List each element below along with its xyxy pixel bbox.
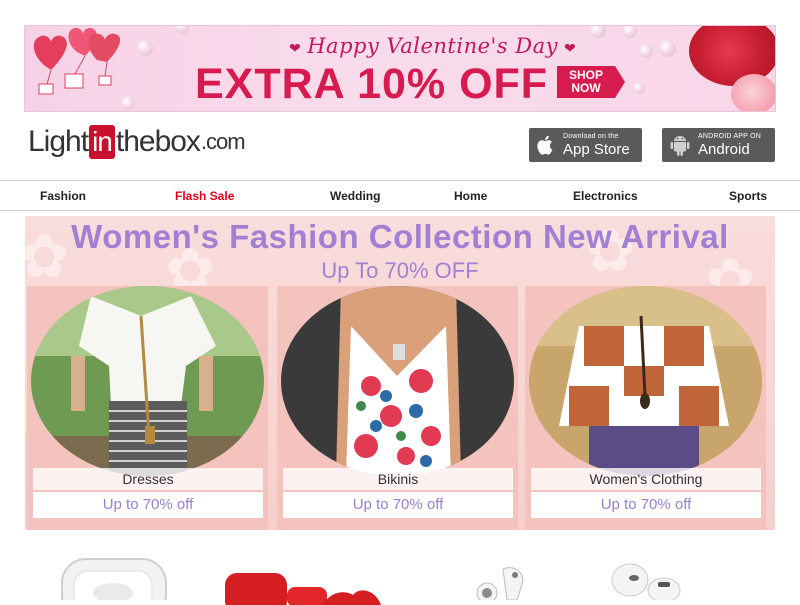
android-app-button[interactable]: ANDROID APP ON Android — [662, 128, 775, 162]
android-icon — [670, 136, 690, 156]
pearl-decoration — [633, 82, 645, 94]
wireless-earbuds-product-image[interactable] — [465, 563, 535, 600]
card-deal: Up to 70% off — [33, 492, 263, 518]
shop-now-line2: NOW — [571, 81, 601, 95]
app-store-button[interactable]: Download on the App Store — [529, 128, 642, 162]
shop-now-button[interactable]: SHOP NOW — [557, 66, 615, 98]
heart-icon: ❤ — [289, 41, 302, 57]
category-card-dresses[interactable]: Dresses Up to 70% off — [27, 286, 268, 530]
card-label: Dresses — [33, 468, 263, 490]
bikinis-photo — [281, 286, 514, 476]
app-store-big-text: App Store — [563, 141, 630, 158]
shop-arrow-icon — [615, 66, 625, 98]
nav-item-electronics[interactable]: Electronics — [573, 189, 638, 203]
pearl-decoration — [590, 26, 606, 38]
pearl-decoration — [659, 40, 676, 57]
category-nav: Fashion Flash Sale Wedding Home Electron… — [0, 180, 800, 211]
red-earbuds-case-product-image[interactable] — [225, 565, 385, 605]
airpods-case-product-image[interactable] — [60, 555, 170, 600]
dresses-photo — [31, 286, 264, 476]
category-card-bikinis[interactable]: Bikinis Up to 70% off — [277, 286, 518, 530]
pearl-decoration — [175, 26, 189, 34]
promo-title: Women's Fashion Collection New Arrival — [71, 218, 729, 255]
logo-text-light: Light — [28, 125, 89, 158]
heart-balloons-illustration — [33, 27, 121, 95]
logo-text-thebox: thebox — [115, 125, 201, 158]
pearl-decoration — [639, 44, 653, 58]
android-small-text: ANDROID APP ON — [698, 133, 761, 140]
logo-text-com: .com — [200, 129, 246, 154]
nav-item-flash-sale[interactable]: Flash Sale — [175, 189, 234, 203]
card-deal: Up to 70% off — [283, 492, 513, 518]
card-label: Women's Clothing — [531, 468, 761, 490]
nav-item-home[interactable]: Home — [454, 189, 487, 203]
fashion-promo-banner[interactable]: ✿ ✿ ✿ ✿ Women's Fashion Collection New A… — [25, 216, 775, 530]
nav-item-fashion[interactable]: Fashion — [40, 189, 86, 203]
banner-heading-text: Happy Valentine's Day — [307, 34, 558, 58]
android-big-text: Android — [698, 141, 750, 158]
apple-icon — [537, 135, 553, 155]
earbuds-pair-product-image[interactable] — [600, 560, 690, 600]
card-deal: Up to 70% off — [531, 492, 761, 518]
pearl-decoration — [137, 40, 153, 56]
app-store-small-text: Download on the — [563, 133, 619, 140]
banner-offer: EXTRA 10% OFF — [195, 60, 549, 108]
logo-text-in: in — [89, 125, 115, 159]
card-label: Bikinis — [283, 468, 513, 490]
banner-heading: ❤ Happy Valentine's Day ❤ — [283, 34, 582, 58]
heart-icon: ❤ — [563, 41, 577, 57]
nav-item-wedding[interactable]: Wedding — [330, 189, 380, 203]
nav-item-sports[interactable]: Sports — [729, 189, 767, 203]
valentine-banner[interactable]: ❤ Happy Valentine's Day ❤ EXTRA 10% OFF SH… — [24, 25, 776, 112]
rose-decoration — [731, 74, 775, 111]
site-logo[interactable]: Light in thebox .com — [28, 124, 246, 160]
promo-subtitle: Up To 70% OFF — [321, 258, 479, 283]
pearl-decoration — [623, 26, 637, 38]
womens-clothing-photo — [529, 286, 762, 476]
category-card-womens-clothing[interactable]: Women's Clothing Up to 70% off — [525, 286, 766, 530]
